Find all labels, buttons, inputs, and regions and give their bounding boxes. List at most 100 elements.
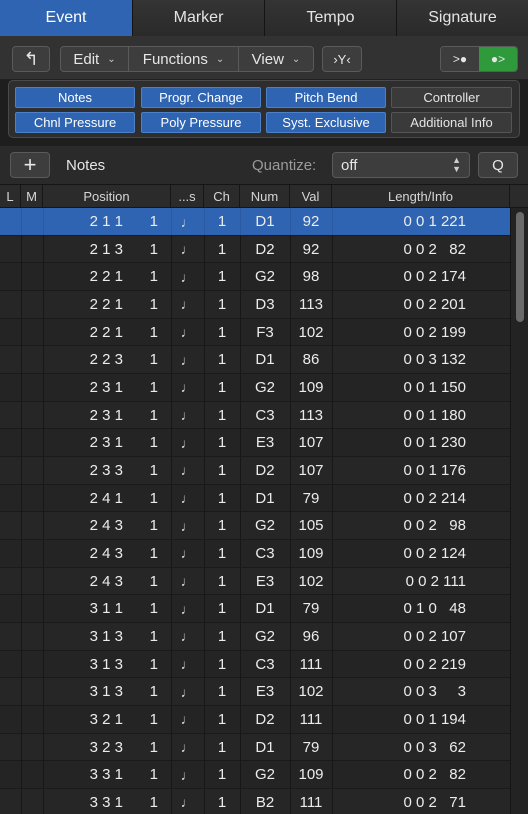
channel-cell[interactable]: 1 [204,319,240,346]
velocity-cell[interactable]: 105 [290,512,332,539]
tab-event[interactable]: Event [0,0,133,36]
position-cell[interactable]: 2 4 3 [43,512,123,539]
channel-cell[interactable]: 1 [204,402,240,429]
velocity-cell[interactable]: 113 [290,291,332,318]
position-cell[interactable]: 3 1 3 [43,678,123,705]
tab-signature[interactable]: Signature [397,0,528,36]
channel-cell[interactable]: 1 [204,789,240,814]
note-number-cell[interactable]: D3 [240,291,290,318]
filter-additional-info[interactable]: Additional Info [391,112,512,133]
filter-button[interactable]: ›Y‹ [322,46,362,72]
velocity-cell[interactable]: 102 [290,319,332,346]
table-row[interactable]: 3 3 1 1 1 B2 111 0 0 2 71 ♩ [0,788,510,814]
channel-cell[interactable]: 1 [204,734,240,761]
note-number-cell[interactable]: G2 [240,623,290,650]
channel-cell[interactable]: 1 [204,706,240,733]
note-number-cell[interactable]: E3 [240,568,290,595]
view-menu[interactable]: View ⌄ [239,47,313,71]
subposition-cell[interactable]: 1 [128,568,158,595]
note-number-cell[interactable]: E3 [240,429,290,456]
position-cell[interactable]: 2 4 3 [43,540,123,567]
quantize-select[interactable]: off ▲ ▼ [332,152,470,178]
column-header-status[interactable]: ...s [171,185,204,207]
table-row[interactable]: 2 1 1 1 1 D1 92 0 0 1 221 ♩ [0,208,510,236]
note-number-cell[interactable]: D2 [240,706,290,733]
note-number-cell[interactable]: C3 [240,402,290,429]
midi-in-button[interactable]: >● [441,47,479,71]
channel-cell[interactable]: 1 [204,623,240,650]
subposition-cell[interactable]: 1 [128,263,158,290]
position-cell[interactable]: 3 1 3 [43,651,123,678]
length-info-cell[interactable]: 0 0 1 230 [332,429,466,456]
subposition-cell[interactable]: 1 [128,651,158,678]
channel-cell[interactable]: 1 [204,595,240,622]
position-cell[interactable]: 2 3 3 [43,457,123,484]
subposition-cell[interactable]: 1 [128,734,158,761]
velocity-cell[interactable]: 86 [290,346,332,373]
column-header-channel[interactable]: Ch [204,185,240,207]
length-info-cell[interactable]: 0 0 2 71 [332,789,466,814]
velocity-cell[interactable]: 113 [290,402,332,429]
channel-cell[interactable]: 1 [204,236,240,263]
channel-cell[interactable]: 1 [204,540,240,567]
channel-cell[interactable]: 1 [204,457,240,484]
note-number-cell[interactable]: D1 [240,734,290,761]
length-info-cell[interactable]: 0 0 2 107 [332,623,466,650]
length-info-cell[interactable]: 0 0 1 180 [332,402,466,429]
table-row[interactable]: 2 3 1 1 1 C3 113 0 0 1 180 ♩ [0,401,510,430]
column-header-val[interactable]: Val [290,185,332,207]
velocity-cell[interactable]: 102 [290,678,332,705]
length-info-cell[interactable]: 0 0 3 3 [332,678,466,705]
velocity-cell[interactable]: 107 [290,457,332,484]
length-info-cell[interactable]: 0 0 2 199 [332,319,466,346]
add-event-button[interactable]: + [10,152,50,178]
note-number-cell[interactable]: D1 [240,346,290,373]
channel-cell[interactable]: 1 [204,485,240,512]
position-cell[interactable]: 2 3 1 [43,402,123,429]
channel-cell[interactable]: 1 [204,761,240,788]
length-info-cell[interactable]: 0 0 2 214 [332,485,466,512]
position-cell[interactable]: 2 2 1 [43,291,123,318]
velocity-cell[interactable]: 79 [290,595,332,622]
table-row[interactable]: 2 1 3 1 1 D2 92 0 0 2 82 ♩ [0,235,510,264]
length-info-cell[interactable]: 0 0 2 82 [332,236,466,263]
note-number-cell[interactable]: G2 [240,263,290,290]
note-number-cell[interactable]: G2 [240,374,290,401]
table-row[interactable]: 3 2 3 1 1 D1 79 0 0 3 62 ♩ [0,733,510,762]
table-row[interactable]: 2 2 1 1 1 G2 98 0 0 2 174 ♩ [0,263,510,291]
note-number-cell[interactable]: G2 [240,761,290,788]
note-number-cell[interactable]: F3 [240,319,290,346]
note-number-cell[interactable]: E3 [240,678,290,705]
column-header-position[interactable]: Position [43,185,171,207]
position-cell[interactable]: 3 1 1 [43,595,123,622]
length-info-cell[interactable]: 0 0 2 111 [332,568,466,595]
subposition-cell[interactable]: 1 [128,374,158,401]
note-number-cell[interactable]: C3 [240,651,290,678]
velocity-cell[interactable]: 79 [290,485,332,512]
position-cell[interactable]: 3 3 1 [43,761,123,788]
channel-cell[interactable]: 1 [204,263,240,290]
column-header-num[interactable]: Num [240,185,290,207]
length-info-cell[interactable]: 0 0 2 98 [332,512,466,539]
midi-out-button[interactable]: ●> [479,47,517,71]
filter-program-change[interactable]: Progr. Change [141,87,261,108]
filter-system-exclusive[interactable]: Syst. Exclusive [266,112,386,133]
velocity-cell[interactable]: 79 [290,734,332,761]
channel-cell[interactable]: 1 [204,291,240,318]
table-row[interactable]: 3 1 3 1 1 E3 102 0 0 3 3 ♩ [0,678,510,706]
functions-menu[interactable]: Functions ⌄ [129,47,239,71]
subposition-cell[interactable]: 1 [128,761,158,788]
table-row[interactable]: 2 2 3 1 1 D1 86 0 0 3 132 ♩ [0,346,510,374]
position-cell[interactable]: 2 3 1 [43,374,123,401]
go-up-button[interactable]: ↰ [12,46,50,72]
table-row[interactable]: 3 1 1 1 1 D1 79 0 1 0 48 ♩ [0,595,510,623]
velocity-cell[interactable]: 111 [290,789,332,814]
table-row[interactable]: 2 2 1 1 1 F3 102 0 0 2 199 ♩ [0,318,510,347]
table-row[interactable]: 3 1 3 1 1 C3 111 0 0 2 219 ♩ [0,650,510,679]
note-number-cell[interactable]: D2 [240,457,290,484]
subposition-cell[interactable]: 1 [128,346,158,373]
position-cell[interactable]: 2 2 3 [43,346,123,373]
length-info-cell[interactable]: 0 0 2 201 [332,291,466,318]
subposition-cell[interactable]: 1 [128,595,158,622]
velocity-cell[interactable]: 109 [290,761,332,788]
